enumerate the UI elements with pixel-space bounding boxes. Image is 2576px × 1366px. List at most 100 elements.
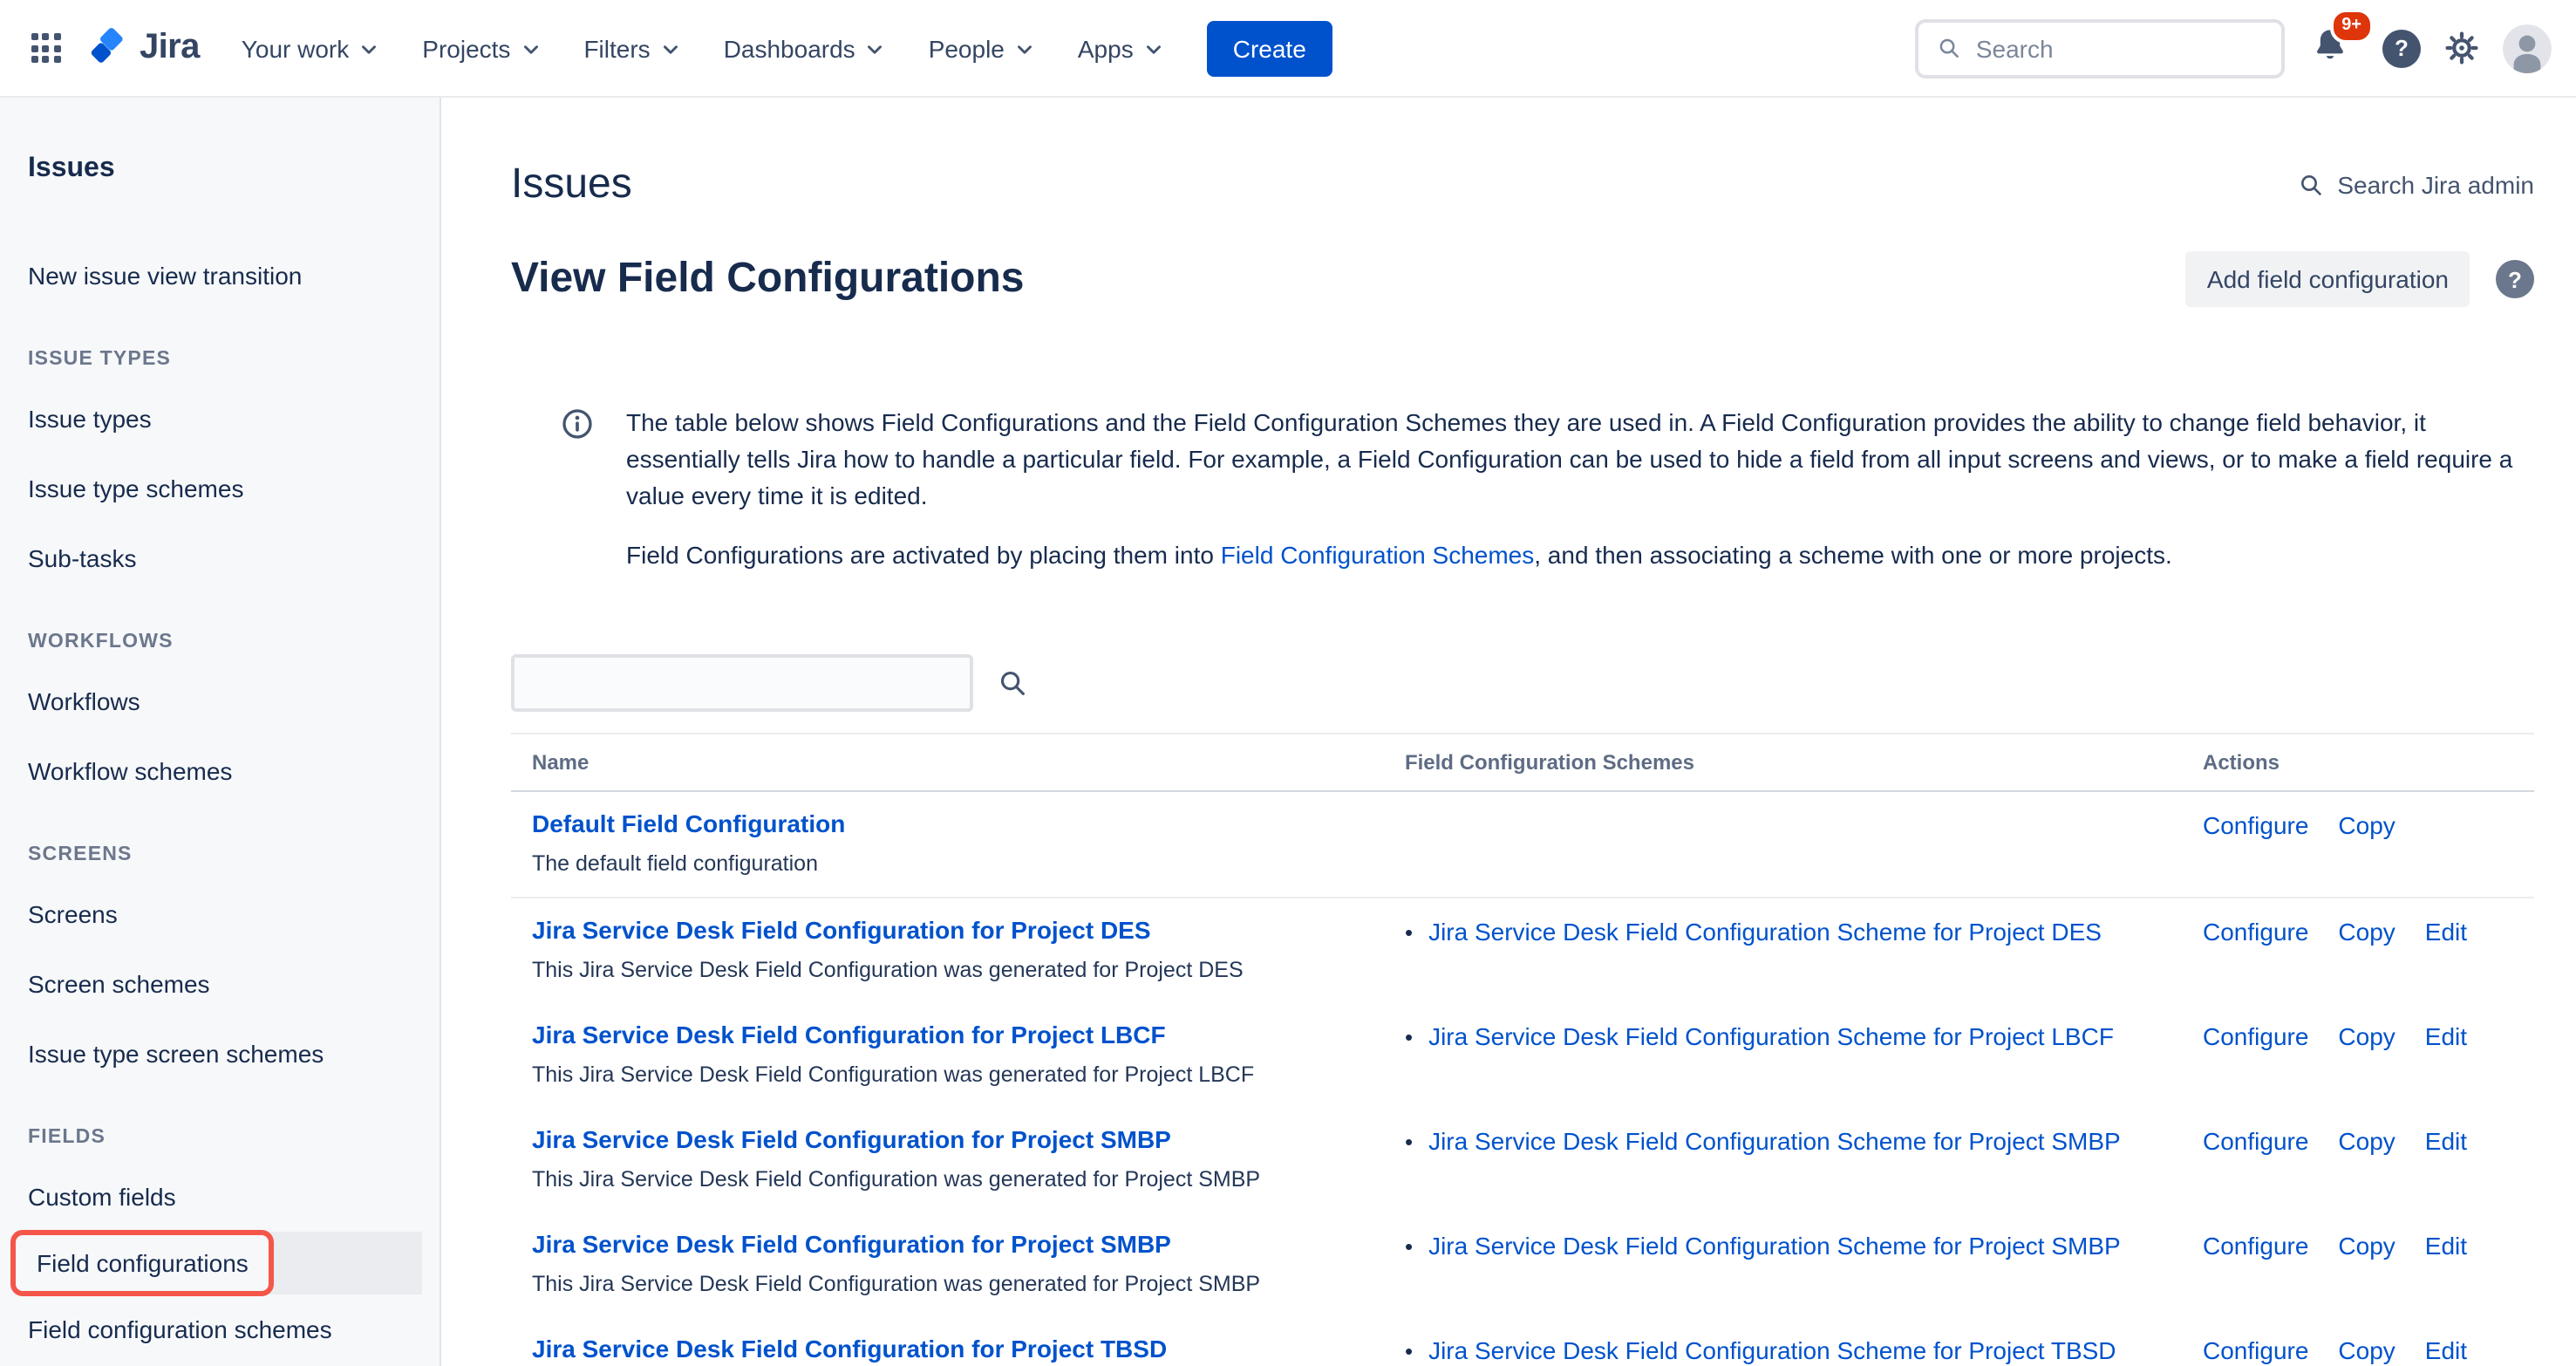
info-panel: The table below shows Field Configuratio… [511,405,2534,574]
info-paragraph-2: Field Configurations are activated by pl… [626,537,2534,574]
table-body: Default Field Configuration The default … [511,792,2534,1366]
filter-search-input[interactable] [511,654,973,712]
global-search-input[interactable] [1976,34,2264,62]
nav-item-label: Projects [422,34,510,62]
chevron-down-icon [519,38,542,61]
nav-item-apps[interactable]: Apps [1057,20,1186,76]
notifications-button[interactable]: 9+ [2307,23,2360,73]
configure-link[interactable]: Configure [2203,1335,2308,1366]
page-title: Issues [511,161,632,209]
scheme-link[interactable]: Jira Service Desk Field Configuration Sc… [1428,1021,2114,1054]
chevron-down-icon [659,38,682,61]
configure-link[interactable]: Configure [2203,1230,2308,1263]
copy-link[interactable]: Copy [2338,1125,2395,1158]
edit-link[interactable]: Edit [2425,1125,2467,1158]
nav-item-people[interactable]: People [908,20,1057,76]
nav-item-label: Apps [1078,34,1134,62]
sidebar-item-issue-type-schemes[interactable]: Issue type schemes [14,454,422,523]
app-grid-icon [31,33,60,63]
configure-link[interactable]: Configure [2203,916,2308,949]
field-configuration-link[interactable]: Default Field Configuration [532,809,845,837]
sidebar-item-field-configurations[interactable]: Field configurations [14,1232,422,1294]
field-configuration-schemes-link[interactable]: Field Configuration Schemes [1221,541,1535,569]
copy-link[interactable]: Copy [2338,809,2395,843]
row-actions: Configure Copy Edit [2203,1333,2513,1366]
sidebar-item-field-configuration-schemes[interactable]: Field configuration schemes [14,1294,422,1364]
bullet-icon: • [1405,1233,1413,1260]
field-configuration-link[interactable]: Jira Service Desk Field Configuration fo… [532,1021,1166,1048]
field-configuration-description: This Jira Service Desk Field Configurati… [532,1061,1384,1089]
field-configuration-description: This Jira Service Desk Field Configurati… [532,1165,1384,1193]
sidebar-item-custom-fields[interactable]: Custom fields [14,1162,422,1232]
edit-link[interactable]: Edit [2425,1335,2467,1366]
sidebar-section-heading-workflows: WORKFLOWS [14,593,422,666]
jira-admin-page: Jira Your work Projects Filters Dashboar… [0,0,2576,1366]
sidebar-item-screen-schemes[interactable]: Screen schemes [14,949,422,1019]
sidebar-item-new-issue-view-transition[interactable]: New issue view transition [14,241,422,311]
scheme-link[interactable]: Jira Service Desk Field Configuration Sc… [1428,1125,2121,1158]
sidebar-title: Issues [14,140,422,185]
table-row: Jira Service Desk Field Configuration fo… [511,1003,2534,1108]
nav-item-projects[interactable]: Projects [401,20,562,76]
column-header-actions: Actions [2203,750,2513,775]
search-jira-admin-link[interactable]: Search Jira admin [2297,171,2534,199]
edit-link[interactable]: Edit [2425,916,2467,949]
column-header-name: Name [532,750,1384,775]
topbar: Jira Your work Projects Filters Dashboar… [0,0,2576,98]
field-configuration-link[interactable]: Jira Service Desk Field Configuration fo… [532,1125,1171,1153]
bullet-icon: • [1405,1024,1413,1050]
sidebar-item-workflow-schemes[interactable]: Workflow schemes [14,736,422,806]
nav-item-filters[interactable]: Filters [562,20,702,76]
column-header-schemes: Field Configuration Schemes [1405,750,2182,775]
add-field-configuration-button[interactable]: Add field configuration [2186,251,2470,307]
help-circle-icon[interactable]: ? [2496,260,2534,298]
notifications-badge: 9+ [2329,9,2374,44]
edit-link[interactable]: Edit [2425,1230,2467,1263]
row-actions: Configure Copy Edit [2203,1019,2513,1089]
avatar[interactable] [2503,24,2552,72]
configure-link[interactable]: Configure [2203,1021,2308,1054]
nav-item-your-work[interactable]: Your work [221,20,402,76]
sidebar-item-issue-type-screen-schemes[interactable]: Issue type screen schemes [14,1019,422,1089]
sidebar-item-sub-tasks[interactable]: Sub-tasks [14,523,422,593]
scheme-link[interactable]: Jira Service Desk Field Configuration Sc… [1428,1335,2116,1366]
chevron-down-icon [864,38,887,61]
scheme-list: • Jira Service Desk Field Configuration S… [1405,914,2182,984]
nav-item-dashboards[interactable]: Dashboards [703,20,908,76]
copy-link[interactable]: Copy [2338,916,2395,949]
field-configuration-link[interactable]: Jira Service Desk Field Configuration fo… [532,1335,1167,1363]
filter-search-icon[interactable] [996,666,1029,700]
app-switcher-button[interactable] [17,20,73,76]
row-actions: Configure Copy Edit [2203,1228,2513,1298]
create-button[interactable]: Create [1207,20,1332,76]
help-button[interactable]: ? [2382,29,2421,67]
sidebar-item-workflows[interactable]: Workflows [14,666,422,736]
settings-button[interactable] [2443,30,2480,66]
sidebar-item-issue-types[interactable]: Issue types [14,384,422,454]
copy-link[interactable]: Copy [2338,1335,2395,1366]
sidebar-sections: ISSUE TYPESIssue typesIssue type schemes… [14,311,422,1364]
scheme-link[interactable]: Jira Service Desk Field Configuration Sc… [1428,916,2102,949]
logo-wordmark: Jira [140,28,200,68]
sidebar-section-heading-screens: SCREENS [14,806,422,879]
jira-logo[interactable]: Jira [77,28,217,68]
field-configuration-link[interactable]: Jira Service Desk Field Configuration fo… [532,1230,1171,1258]
main-content: Issues Search Jira admin View Field Conf… [441,98,2576,1366]
scheme-list: • Jira Service Desk Field Configuration S… [1405,1228,2182,1298]
copy-link[interactable]: Copy [2338,1230,2395,1263]
sidebar-item-screens[interactable]: Screens [14,879,422,949]
table-row: Jira Service Desk Field Configuration fo… [511,898,2534,1003]
global-search[interactable] [1915,18,2285,78]
scheme-list: •Jira Service Desk Field Configuration S… [1405,1333,2182,1366]
sidebar-section-heading-issue-types: ISSUE TYPES [14,311,422,384]
copy-link[interactable]: Copy [2338,1021,2395,1054]
edit-link[interactable]: Edit [2425,1021,2467,1054]
nav-item-label: Dashboards [724,34,855,62]
field-configuration-link[interactable]: Jira Service Desk Field Configuration fo… [532,916,1151,944]
configure-link[interactable]: Configure [2203,1125,2308,1158]
bullet-icon: • [1405,919,1413,946]
topbar-right: 9+ ? [1915,18,2552,78]
scheme-link[interactable]: Jira Service Desk Field Configuration Sc… [1428,1230,2121,1263]
configure-link[interactable]: Configure [2203,809,2308,843]
field-configuration-description: This Jira Service Desk Field Configurati… [532,956,1384,984]
